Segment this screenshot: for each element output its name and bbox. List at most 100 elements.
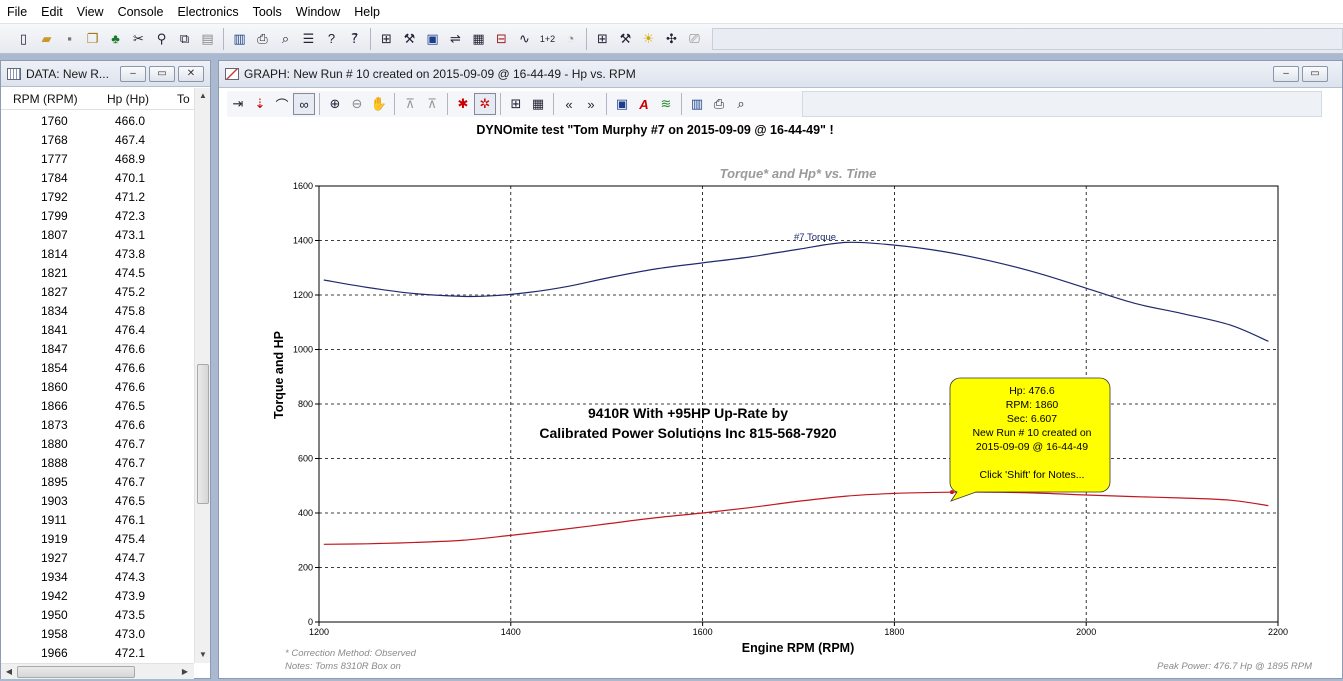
tools-icon[interactable]: ✣ xyxy=(660,28,683,50)
menu-edit[interactable]: Edit xyxy=(34,0,70,24)
layout-icon[interactable]: ⊟ xyxy=(490,28,513,50)
table-row[interactable]: 1934 474.3 xyxy=(1,567,194,586)
table-row[interactable]: 1827 475.2 xyxy=(1,282,194,301)
table-row[interactable]: 1966 472.1 xyxy=(1,643,194,662)
paste-icon[interactable]: ▤ xyxy=(196,28,219,50)
scale-icon[interactable]: ⊼ xyxy=(399,93,421,115)
table-row[interactable]: 1841 476.4 xyxy=(1,320,194,339)
graph-icon[interactable]: ▣ xyxy=(611,93,633,115)
table-row[interactable]: 1814 473.8 xyxy=(1,244,194,263)
table-icon[interactable]: ▦ xyxy=(527,93,549,115)
table-row[interactable]: 1777 468.9 xyxy=(1,149,194,168)
preview-icon[interactable]: ⌕ xyxy=(274,28,297,50)
zoom-out-icon[interactable]: ⊖ xyxy=(346,93,368,115)
cursor-off-icon[interactable]: ✲ xyxy=(474,93,496,115)
open-icon[interactable]: ▰ xyxy=(35,28,58,50)
table-row[interactable]: 1873 476.6 xyxy=(1,415,194,434)
clipboard-icon[interactable]: ☰ xyxy=(297,28,320,50)
scroll-left-icon[interactable]: ◀ xyxy=(1,664,17,680)
settings-icon[interactable]: ⊞ xyxy=(591,28,614,50)
table-row[interactable]: 1768 467.4 xyxy=(1,130,194,149)
table-row[interactable]: 1860 476.6 xyxy=(1,377,194,396)
table-row[interactable]: 1927 474.7 xyxy=(1,548,194,567)
table-row[interactable]: 1807 473.1 xyxy=(1,225,194,244)
pan-icon[interactable]: ✋ xyxy=(368,93,390,115)
help-icon[interactable]: ? xyxy=(320,28,343,50)
data-tooltip[interactable]: Hp: 476.6 RPM: 1860 Sec: 6.607 New Run #… xyxy=(949,377,1111,502)
table-row[interactable]: 1895 476.7 xyxy=(1,472,194,491)
cursor-icon[interactable]: ✱ xyxy=(452,93,474,115)
copy-icon[interactable]: ⧉ xyxy=(173,28,196,50)
close-button[interactable]: ✕ xyxy=(178,65,204,82)
maximize-button[interactable]: ▭ xyxy=(149,65,175,82)
find-icon[interactable]: ⚲ xyxy=(150,28,173,50)
pin-icon[interactable]: ⇥ xyxy=(227,93,249,115)
graph-config-icon[interactable]: ⊞ xyxy=(375,28,398,50)
wrench-icon[interactable]: ⚒ xyxy=(614,28,637,50)
chart-icon[interactable]: ▣ xyxy=(421,28,444,50)
minimize-button[interactable]: – xyxy=(1273,66,1299,82)
table-row[interactable]: 1784 470.1 xyxy=(1,168,194,187)
hp-vs-rpm-chart[interactable]: DYNOmite test "Tom Murphy #7 on 2015-09-… xyxy=(219,118,1342,678)
text-icon[interactable]: A xyxy=(633,93,655,115)
gauge-icon[interactable]: ◔ xyxy=(559,28,582,50)
table-row[interactable]: 1834 475.8 xyxy=(1,301,194,320)
table-row[interactable]: 1958 473.0 xyxy=(1,624,194,643)
next-icon[interactable]: » xyxy=(580,93,602,115)
preview-icon[interactable]: ⌕ xyxy=(730,93,752,115)
menu-view[interactable]: View xyxy=(70,0,111,24)
sum-icon[interactable]: 1+2 xyxy=(536,28,559,50)
tools-icon[interactable]: ⚒ xyxy=(398,28,421,50)
grid-icon[interactable]: ▦ xyxy=(467,28,490,50)
column-header-torque[interactable]: To xyxy=(177,92,190,106)
scale-alt-icon[interactable]: ⊼ xyxy=(421,93,443,115)
zoom-in-icon[interactable]: ⊕ xyxy=(324,93,346,115)
legend-icon[interactable]: ≋ xyxy=(655,93,677,115)
tree-icon[interactable]: ♣ xyxy=(104,28,127,50)
table-row[interactable]: 1866 476.5 xyxy=(1,396,194,415)
data-window-titlebar[interactable]: DATA: New R... – ▭ ✕ xyxy=(1,61,210,87)
menu-electronics[interactable]: Electronics xyxy=(170,0,245,24)
table-row[interactable]: 1880 476.7 xyxy=(1,434,194,453)
minimize-button[interactable]: – xyxy=(120,65,146,82)
scroll-right-icon[interactable]: ▶ xyxy=(177,664,193,680)
column-header-hp[interactable]: Hp (Hp) xyxy=(107,92,149,106)
chart-area[interactable]: DYNOmite test "Tom Murphy #7 on 2015-09-… xyxy=(219,118,1342,678)
maximize-button[interactable]: ▭ xyxy=(1302,66,1328,82)
table-row[interactable]: 1799 472.3 xyxy=(1,206,194,225)
print-icon[interactable]: ⎙ xyxy=(708,93,730,115)
table-row[interactable]: 1903 476.5 xyxy=(1,491,194,510)
table-row[interactable]: 1919 475.4 xyxy=(1,529,194,548)
table-row[interactable]: 1821 474.5 xyxy=(1,263,194,282)
menu-file[interactable]: File xyxy=(0,0,34,24)
smooth-icon[interactable]: ⌒ xyxy=(271,93,293,115)
column-header-rpm[interactable]: RPM (RPM) xyxy=(13,92,78,106)
book-icon[interactable]: ▥ xyxy=(686,93,708,115)
save-icon[interactable]: ▪ xyxy=(58,28,81,50)
graph-window-titlebar[interactable]: GRAPH: New Run # 10 created on 2015-09-0… xyxy=(219,61,1342,88)
prev-icon[interactable]: « xyxy=(558,93,580,115)
menu-window[interactable]: Window xyxy=(289,0,347,24)
book-icon[interactable]: ▥ xyxy=(228,28,251,50)
menu-tools[interactable]: Tools xyxy=(246,0,289,24)
table-row[interactable]: 1760 466.0 xyxy=(1,111,194,130)
table-row[interactable]: 1854 476.6 xyxy=(1,358,194,377)
cut-icon[interactable]: ✂ xyxy=(127,28,150,50)
scroll-thumb[interactable] xyxy=(197,364,209,504)
table-row[interactable]: 1911 476.1 xyxy=(1,510,194,529)
table-row[interactable]: 1792 471.2 xyxy=(1,187,194,206)
marker-icon[interactable]: ⇣ xyxy=(249,93,271,115)
scroll-thumb[interactable] xyxy=(17,666,135,678)
table-row[interactable]: 1950 473.5 xyxy=(1,605,194,624)
new-icon[interactable]: ▯ xyxy=(12,28,35,50)
scroll-up-icon[interactable]: ▲ xyxy=(195,88,211,104)
camera-icon[interactable]: ⎚ xyxy=(683,28,706,50)
scroll-down-icon[interactable]: ▼ xyxy=(195,647,211,663)
waveform-icon[interactable]: ∿ xyxy=(513,28,536,50)
horizontal-scrollbar[interactable]: ◀ ▶ xyxy=(1,663,194,679)
table-row[interactable]: 1888 476.7 xyxy=(1,453,194,472)
binoculars-icon[interactable]: ∞ xyxy=(293,93,315,115)
table-row[interactable]: 1942 473.9 xyxy=(1,586,194,605)
layout-icon[interactable]: ⊞ xyxy=(505,93,527,115)
context-help-icon[interactable]: ?⃗ xyxy=(343,28,366,50)
